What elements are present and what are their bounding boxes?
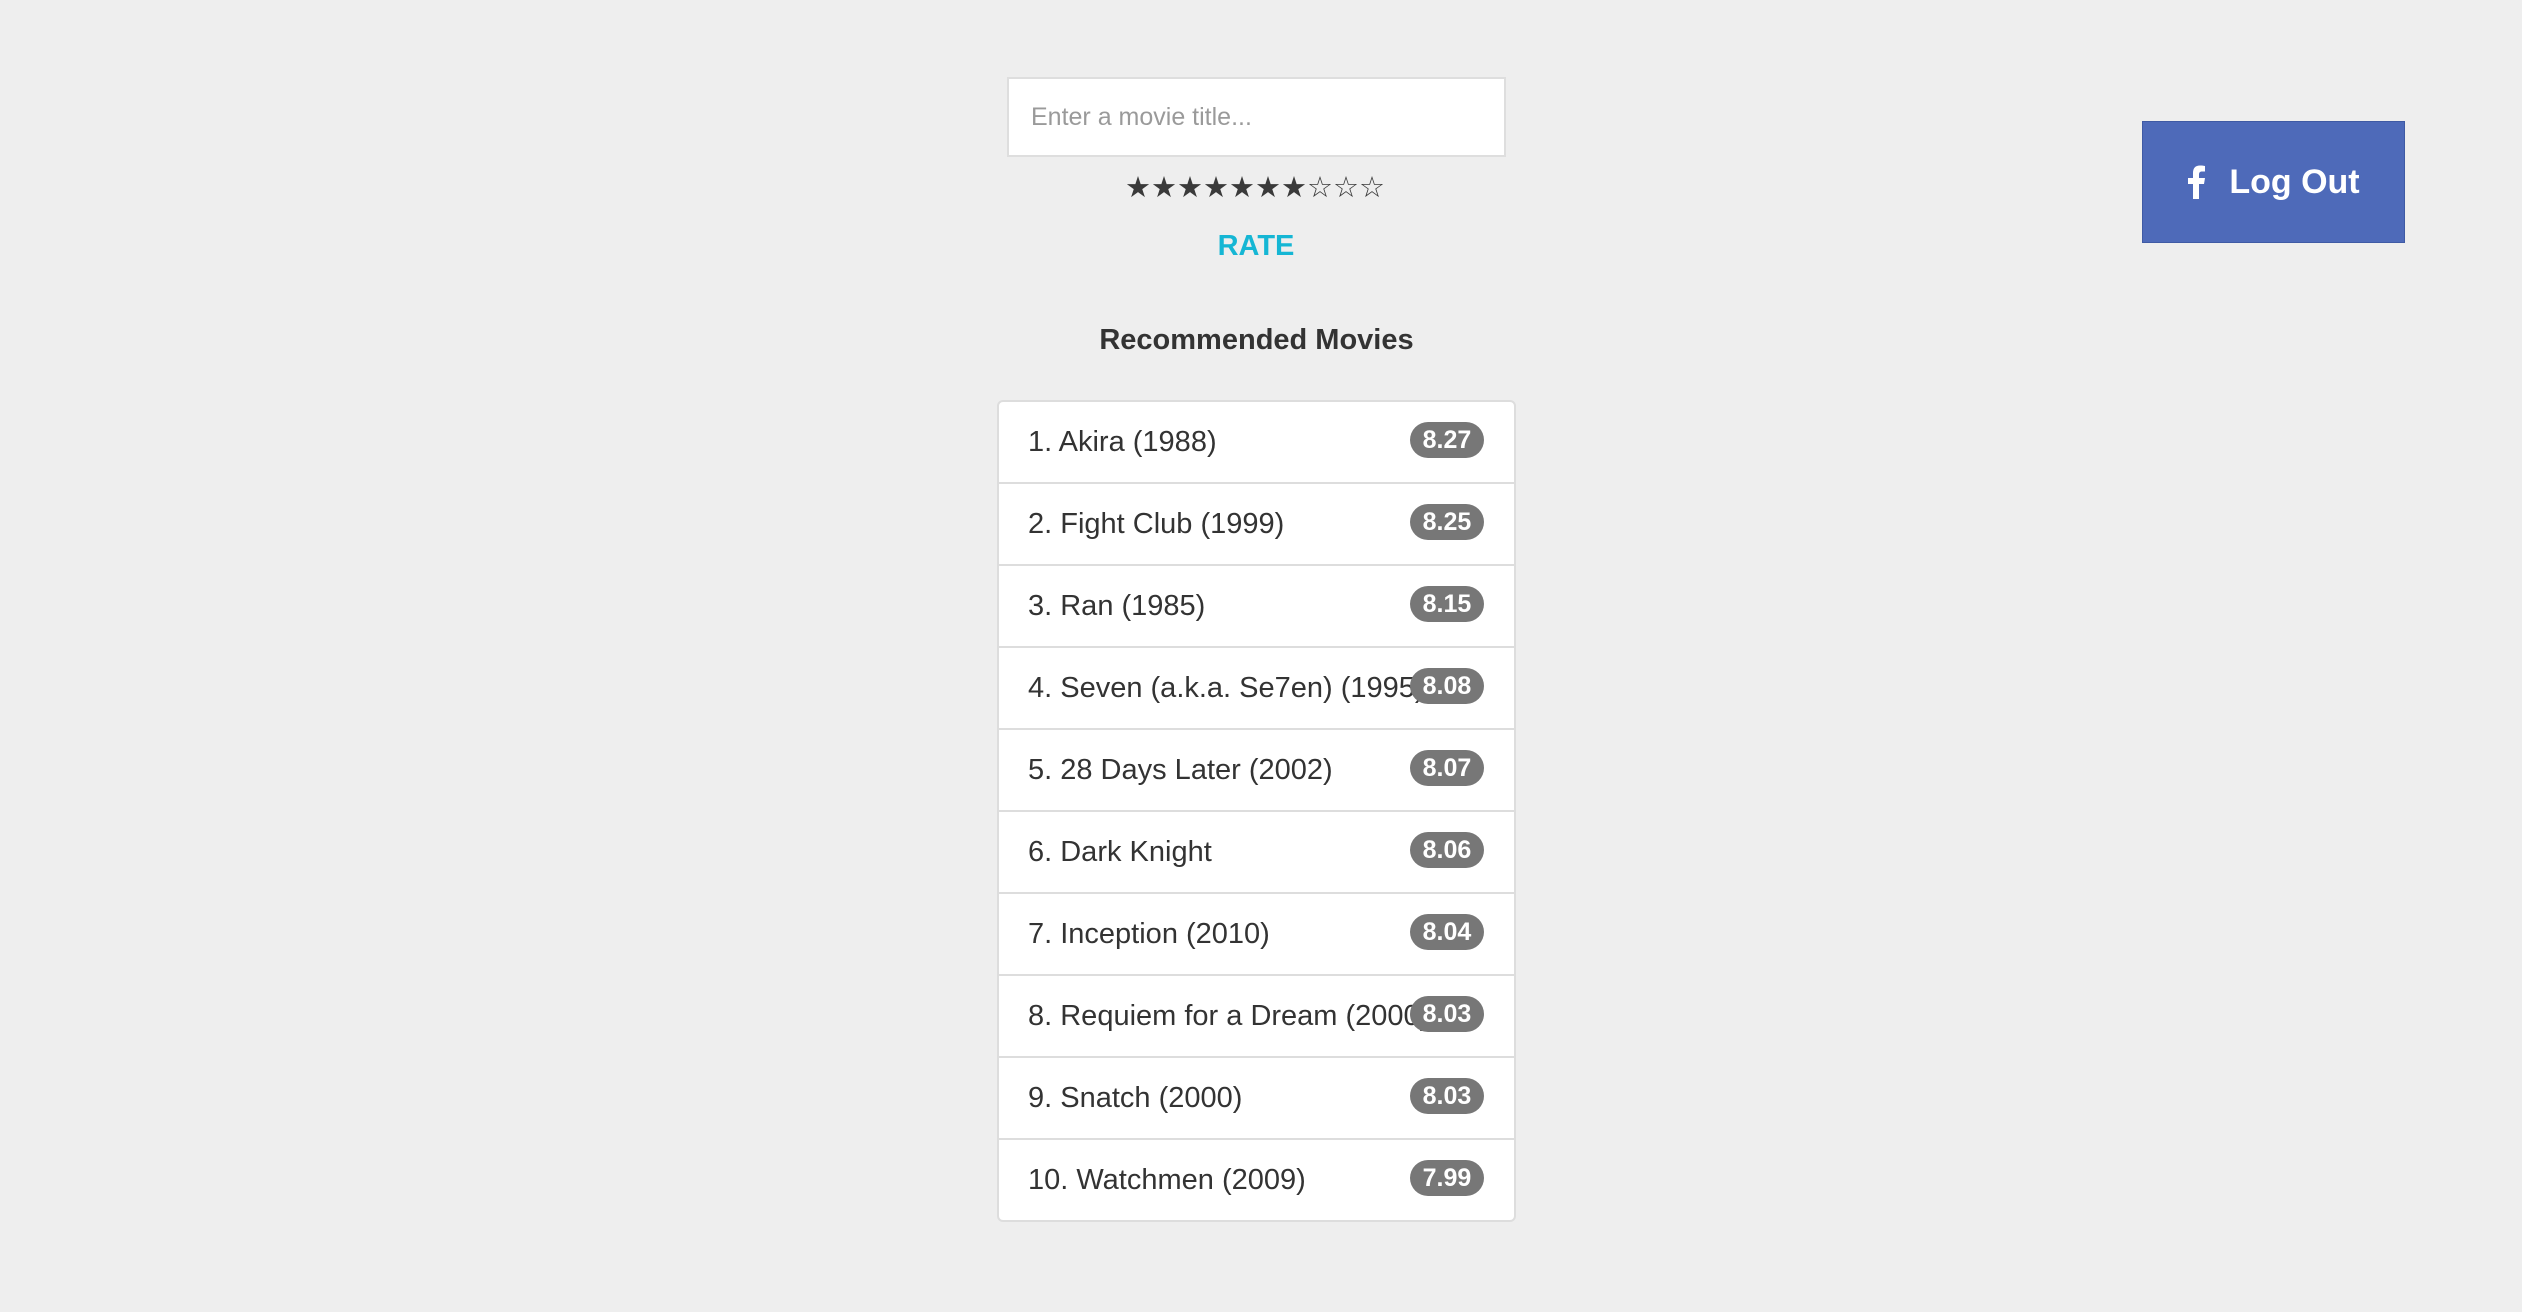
star-empty-icon[interactable]: ☆ [1307, 167, 1333, 207]
movie-title: 3. Ran (1985) [1028, 589, 1206, 622]
movie-list-item[interactable]: 6. Dark Knight 8.06 [999, 810, 1514, 892]
logout-button[interactable]: Log Out [2142, 121, 2405, 243]
movie-list-item[interactable]: 7. Inception (2010) 8.04 [999, 892, 1514, 974]
star-filled-icon[interactable]: ★ [1203, 167, 1229, 207]
rate-button[interactable]: RATE [1156, 224, 1356, 268]
star-rating[interactable]: ★ ★ ★ ★ ★ ★ ★ ☆ ☆ ☆ [1125, 167, 1385, 207]
movie-list-item[interactable]: 10. Watchmen (2009) 7.99 [999, 1138, 1514, 1220]
recommended-movies-heading: Recommended Movies [1099, 324, 1414, 356]
score-badge: 8.03 [1410, 1078, 1484, 1114]
star-filled-icon[interactable]: ★ [1151, 167, 1177, 207]
score-badge: 8.15 [1410, 586, 1484, 622]
score-badge: 8.06 [1410, 832, 1484, 868]
star-filled-icon[interactable]: ★ [1255, 167, 1281, 207]
movie-title: 1. Akira (1988) [1028, 425, 1217, 458]
movie-list-item[interactable]: 4. Seven (a.k.a. Se7en) (1995) 8.08 [999, 646, 1514, 728]
logout-label: Log Out [2229, 162, 2360, 201]
movie-list-item[interactable]: 5. 28 Days Later (2002) 8.07 [999, 728, 1514, 810]
movie-title: 2. Fight Club (1999) [1028, 507, 1285, 540]
movie-list-item[interactable]: 1. Akira (1988) 8.27 [999, 402, 1514, 482]
star-filled-icon[interactable]: ★ [1177, 167, 1203, 207]
score-badge: 8.27 [1410, 422, 1484, 458]
score-badge: 8.03 [1410, 996, 1484, 1032]
movie-title: 4. Seven (a.k.a. Se7en) (1995) [1028, 671, 1425, 704]
star-filled-icon[interactable]: ★ [1125, 167, 1151, 207]
movie-title: 5. 28 Days Later (2002) [1028, 753, 1333, 786]
movie-title: 8. Requiem for a Dream (2000) [1028, 999, 1430, 1032]
score-badge: 8.25 [1410, 504, 1484, 540]
score-badge: 8.04 [1410, 914, 1484, 950]
facebook-icon [2187, 165, 2206, 199]
movie-title: 10. Watchmen (2009) [1028, 1163, 1306, 1196]
score-badge: 7.99 [1410, 1160, 1484, 1196]
star-empty-icon[interactable]: ☆ [1359, 167, 1385, 207]
movie-list-item[interactable]: 3. Ran (1985) 8.15 [999, 564, 1514, 646]
star-filled-icon[interactable]: ★ [1281, 167, 1307, 207]
star-filled-icon[interactable]: ★ [1229, 167, 1255, 207]
movie-title: 9. Snatch (2000) [1028, 1081, 1243, 1114]
score-badge: 8.07 [1410, 750, 1484, 786]
movie-list-item[interactable]: 9. Snatch (2000) 8.03 [999, 1056, 1514, 1138]
score-badge: 8.08 [1410, 668, 1484, 704]
movie-list-item[interactable]: 8. Requiem for a Dream (2000) 8.03 [999, 974, 1514, 1056]
star-empty-icon[interactable]: ☆ [1333, 167, 1359, 207]
movie-search-input[interactable] [1007, 77, 1506, 157]
recommended-movies-list: 1. Akira (1988) 8.27 2. Fight Club (1999… [997, 400, 1516, 1222]
movie-title: 6. Dark Knight [1028, 835, 1212, 868]
movie-list-item[interactable]: 2. Fight Club (1999) 8.25 [999, 482, 1514, 564]
movie-title: 7. Inception (2010) [1028, 917, 1270, 950]
